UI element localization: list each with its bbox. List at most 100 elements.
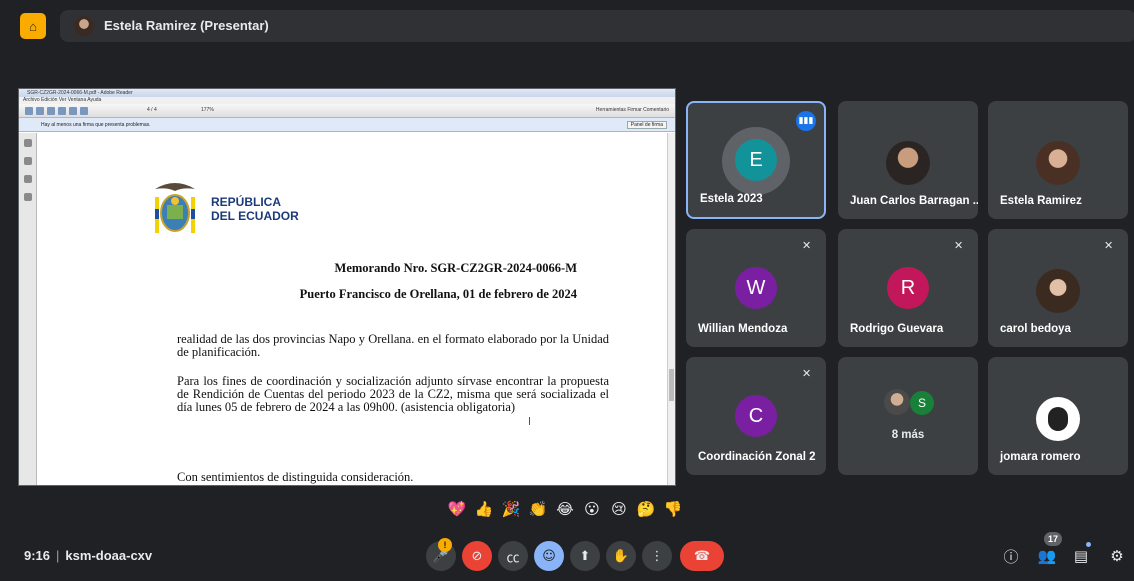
- zoom-level: 177%: [201, 107, 214, 113]
- tile-rodrigo-guevara[interactable]: R ✕ Rodrigo Guevara: [838, 229, 978, 347]
- mini-avatar: S: [910, 391, 934, 415]
- participant-name: Rodrigo Guevara: [850, 323, 944, 335]
- reactions-bar: 💖 👍 🎉 👏 😂 😮 😢 🤔 👎: [446, 498, 684, 522]
- tile-estela-ramirez[interactable]: Estela Ramirez: [988, 101, 1128, 219]
- meeting-details-icon[interactable]: ⓘ: [1000, 545, 1022, 567]
- avatar: [1036, 397, 1080, 441]
- signature-notice: Hay al menos una firma que presenta prob…: [19, 118, 675, 132]
- avatar: [1036, 269, 1080, 313]
- mic-off-icon: ✕: [802, 367, 812, 380]
- republic-line-2: DEL ECUADOR: [211, 209, 299, 223]
- print-icon: [47, 107, 55, 115]
- people-icon[interactable]: 👥: [1036, 545, 1058, 567]
- email-icon: [58, 107, 66, 115]
- avatar: R: [887, 267, 929, 309]
- participant-name: Juan Carlos Barragan ...: [850, 195, 978, 207]
- mic-off-icon: ✕: [954, 239, 964, 252]
- participant-name: Willian Mendoza: [698, 323, 788, 335]
- closing-line: Con sentimientos de distinguida consider…: [177, 470, 414, 484]
- page-indicator: 4 / 4: [147, 107, 157, 113]
- raise-hand-button[interactable]: ✋: [606, 541, 636, 571]
- reader-toolbar-right: Herramientas Firmar Comentario: [595, 107, 669, 113]
- thumbs-up-icon[interactable]: 👍: [473, 498, 495, 520]
- signature-icon: [24, 193, 32, 201]
- signature-notice-text: Hay al menos una firma que presenta prob…: [41, 122, 151, 128]
- mouse-cursor-icon: [529, 417, 535, 425]
- sparkling-heart-icon[interactable]: 💖: [446, 498, 468, 520]
- tile-willian-mendoza[interactable]: W ✕ Willian Mendoza: [686, 229, 826, 347]
- surprised-face-icon[interactable]: 😮: [581, 498, 603, 520]
- paragraph-1: realidad de las dos provincias Napo y Or…: [177, 332, 609, 359]
- tile-carol-bedoya[interactable]: ✕ carol bedoya: [988, 229, 1128, 347]
- scroll-thumb: [669, 369, 674, 401]
- bookmark-icon: [24, 157, 32, 165]
- signature-panel-button: Panel de firma: [626, 121, 667, 129]
- separator: |: [56, 548, 60, 563]
- mic-off-icon: ✕: [1104, 239, 1114, 252]
- open-icon: [25, 107, 33, 115]
- presenter-bar[interactable]: Estela Ramirez (Presentar): [60, 10, 1134, 42]
- thinking-face-icon[interactable]: 🤔: [635, 498, 657, 520]
- avatar: E: [735, 139, 777, 181]
- camera-off-button[interactable]: ⊘: [462, 541, 492, 571]
- tile-juan-carlos[interactable]: Juan Carlos Barragan ...: [838, 101, 978, 219]
- meet-logo-icon: ⌂: [20, 13, 46, 39]
- save-icon: [36, 107, 44, 115]
- mic-warning-badge: !: [438, 538, 452, 552]
- sad-face-icon[interactable]: 😢: [608, 498, 630, 520]
- tile-jomara-romero[interactable]: jomara romero: [988, 357, 1128, 475]
- participant-name: Estela 2023: [700, 193, 763, 205]
- party-popper-icon[interactable]: 🎉: [500, 498, 522, 520]
- avatar: C: [735, 395, 777, 437]
- paragraph-2: Para los fines de coordinación y sociali…: [177, 374, 609, 414]
- reactions-button[interactable]: ☺: [534, 541, 564, 571]
- tile-coordinacion-zonal[interactable]: C ✕ Coordinación Zonal 2: [686, 357, 826, 475]
- top-bar: ⌂ Estela Ramirez (Presentar): [8, 8, 1134, 44]
- participant-name: carol bedoya: [1000, 323, 1071, 335]
- memo-number: Memorando Nro. SGR-CZ2GR-2024-0066-M: [334, 261, 577, 275]
- avatar: W: [735, 267, 777, 309]
- republic-line-1: REPÚBLICA: [211, 195, 282, 209]
- participant-name: Estela Ramirez: [1000, 195, 1082, 207]
- present-screen-button[interactable]: ⬆: [570, 541, 600, 571]
- activities-icon[interactable]: ⚙: [1106, 545, 1128, 567]
- meeting-info: 9:16 | ksm-doaa-cxv: [24, 548, 152, 563]
- meeting-code[interactable]: ksm-doaa-cxv: [65, 548, 152, 563]
- thumbs-down-icon[interactable]: 👎: [662, 498, 684, 520]
- tile-estela-2023[interactable]: E ▮▮▮ Estela 2023: [686, 101, 826, 219]
- reader-window-title: SGR-CZ2GR-2024-0066-M.pdf - Adobe Reader: [19, 89, 675, 97]
- chat-icon[interactable]: ▤: [1070, 545, 1092, 567]
- captions-button[interactable]: ㏄: [498, 541, 528, 571]
- reader-scrollbar: [667, 133, 675, 485]
- more-options-button[interactable]: ⋮: [642, 541, 672, 571]
- pages-icon: [24, 139, 32, 147]
- meeting-time: 9:16: [24, 548, 51, 563]
- republic-heading: REPÚBLICA DEL ECUADOR: [211, 195, 299, 223]
- leave-call-button[interactable]: ☎: [680, 541, 724, 571]
- more-count: 8 más: [891, 429, 925, 441]
- avatar: [1036, 141, 1080, 185]
- place-date: Puerto Francisco de Orellana, 01 de febr…: [299, 287, 577, 301]
- laughing-face-icon[interactable]: 😂: [554, 498, 576, 520]
- pdf-page: REPÚBLICA DEL ECUADOR Memorando Nro. SGR…: [57, 133, 665, 485]
- reader-side-panel: [19, 133, 37, 485]
- tile-more-participants[interactable]: S 8 más: [838, 357, 978, 475]
- participant-name: jomara romero: [1000, 451, 1081, 463]
- chat-notification-dot: [1086, 542, 1091, 547]
- reader-menu-bar: Archivo Edición Ver Ventana Ayuda: [19, 97, 675, 104]
- attachment-icon: [24, 175, 32, 183]
- people-count-badge: 17: [1044, 532, 1062, 546]
- clapping-hands-icon[interactable]: 👏: [527, 498, 549, 520]
- presenter-avatar: [74, 16, 94, 36]
- participant-name: Coordinación Zonal 2: [698, 451, 816, 463]
- prev-page-icon: [69, 107, 77, 115]
- mini-avatar-photo: [884, 389, 910, 415]
- shared-screen: SGR-CZ2GR-2024-0066-M.pdf - Adobe Reader…: [18, 88, 676, 486]
- mic-off-icon: ✕: [802, 239, 812, 252]
- reader-toolbar: 4 / 4 177% Herramientas Firmar Comentari…: [19, 104, 675, 118]
- ecuador-coat-of-arms-icon: [155, 183, 195, 233]
- speaking-indicator-icon: ▮▮▮: [796, 111, 816, 131]
- reader-body: REPÚBLICA DEL ECUADOR Memorando Nro. SGR…: [19, 133, 675, 485]
- avatar: [886, 141, 930, 185]
- next-page-icon: [80, 107, 88, 115]
